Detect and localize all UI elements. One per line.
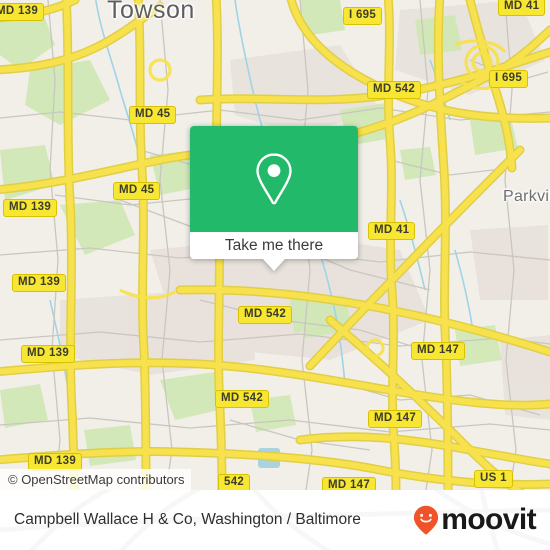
location-title: Campbell Wallace H & Co, Washington / Ba… bbox=[14, 511, 361, 528]
popup-body: Take me there bbox=[190, 126, 358, 259]
road-shield-md542-3: MD 542 bbox=[215, 390, 270, 408]
road-shield-md41-2: MD 41 bbox=[368, 222, 416, 240]
road-shield-md139-2: MD 139 bbox=[3, 199, 58, 217]
road-shield-i695: I 695 bbox=[343, 7, 383, 25]
road-shield-i695-2: I 695 bbox=[489, 70, 529, 88]
place-label-parkville: Parkville bbox=[503, 188, 550, 205]
map-screenshot: Towson Parkville MD 139 I 695 MD 41 MD 5… bbox=[0, 0, 550, 550]
road-shield-md139-4: MD 139 bbox=[21, 345, 76, 363]
map-pin-icon bbox=[256, 153, 292, 205]
road-shield-md45: MD 45 bbox=[129, 106, 177, 124]
moovit-smiley-pin-icon bbox=[414, 505, 439, 535]
road-shield-md41: MD 41 bbox=[498, 0, 546, 16]
footer-bar: Campbell Wallace H & Co, Washington / Ba… bbox=[0, 490, 550, 550]
road-shield-us1: US 1 bbox=[474, 470, 513, 488]
popup-header bbox=[190, 126, 358, 232]
moovit-logo[interactable]: moovit bbox=[413, 503, 537, 536]
road-shield-md147-3: MD 147 bbox=[322, 477, 377, 490]
road-shield-md542: MD 542 bbox=[367, 81, 422, 99]
moovit-wordmark: moovit bbox=[441, 503, 536, 536]
destination-popup-card[interactable]: Take me there bbox=[190, 126, 358, 271]
popup-pointer-tail bbox=[262, 258, 286, 271]
road-shield-542: 542 bbox=[218, 474, 251, 490]
road-shield-md147: MD 147 bbox=[411, 342, 466, 360]
road-shield-md45-2: MD 45 bbox=[113, 182, 161, 200]
osm-attribution[interactable]: © OpenStreetMap contributors bbox=[0, 469, 191, 490]
place-label-towson: Towson bbox=[107, 0, 195, 24]
road-shield-md542-2: MD 542 bbox=[238, 306, 293, 324]
take-me-there-button[interactable]: Take me there bbox=[190, 232, 358, 259]
road-shield-md139: MD 139 bbox=[0, 3, 45, 21]
road-shield-md147-2: MD 147 bbox=[368, 410, 423, 428]
road-shield-md139-3: MD 139 bbox=[12, 274, 67, 292]
map-canvas[interactable]: Towson Parkville MD 139 I 695 MD 41 MD 5… bbox=[0, 0, 550, 490]
